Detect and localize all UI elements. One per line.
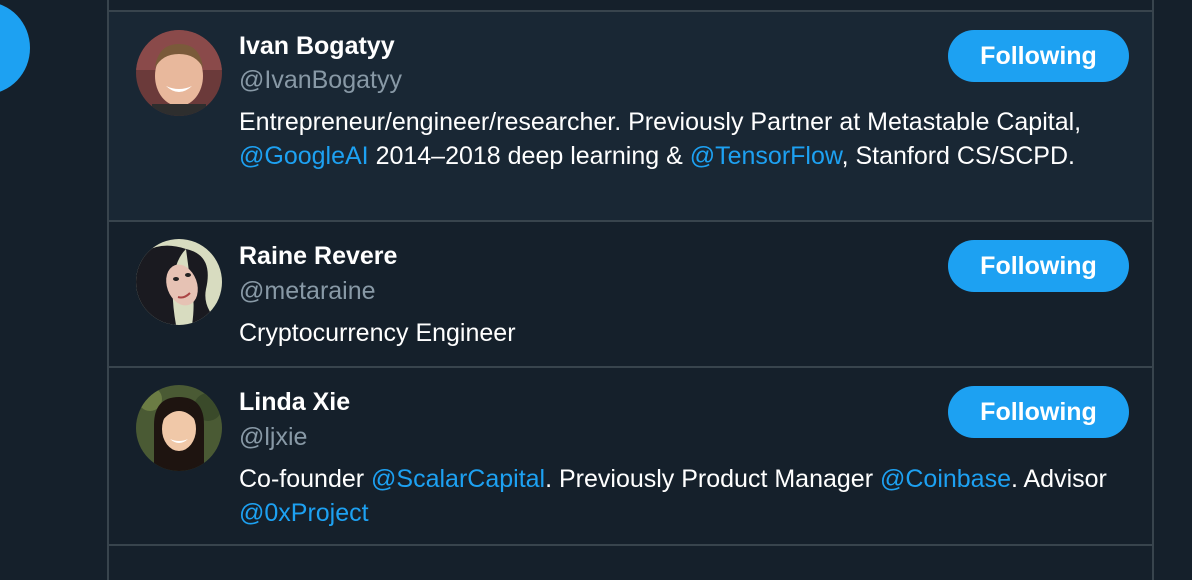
mention-link[interactable]: @0xProject (239, 499, 369, 527)
mention-link[interactable]: @TensorFlow (690, 142, 842, 170)
user-handle[interactable]: @ljxie (239, 423, 307, 452)
avatar[interactable] (136, 385, 222, 471)
following-list: Ivan Bogatyy @IvanBogatyy Following Entr… (107, 0, 1154, 580)
bio-text: , Stanford CS/SCPD. (841, 142, 1075, 170)
following-button[interactable]: Following (948, 386, 1129, 438)
user-bio: Co-founder @ScalarCapital. Previously Pr… (239, 462, 1119, 530)
user-handle[interactable]: @IvanBogatyy (239, 66, 402, 95)
bio-text: Entrepreneur/engineer/researcher. Previo… (239, 108, 1082, 136)
user-cell[interactable]: Linda Xie @ljxie Following Co-founder @S… (109, 366, 1152, 546)
user-handle[interactable]: @metaraine (239, 277, 376, 306)
mention-link[interactable]: @ScalarCapital (371, 465, 545, 493)
bio-text: . Advisor (1011, 465, 1107, 493)
bio-text: . Previously Product Manager (545, 465, 880, 493)
mention-link[interactable]: @GoogleAI (239, 142, 369, 170)
user-bio: Cryptocurrency Engineer (239, 316, 1119, 350)
avatar[interactable] (136, 239, 222, 325)
bio-text: Co-founder (239, 465, 372, 493)
list-divider (109, 544, 1152, 546)
user-cell[interactable]: Raine Revere @metaraine Following Crypto… (109, 220, 1152, 366)
compose-tweet-button[interactable] (0, 2, 30, 94)
bio-text: 2014–2018 deep learning & (368, 142, 690, 170)
following-button[interactable]: Following (948, 30, 1129, 82)
user-name[interactable]: Ivan Bogatyy (239, 32, 395, 61)
user-bio: Entrepreneur/engineer/researcher. Previo… (239, 105, 1119, 173)
mention-link[interactable]: @Coinbase (880, 465, 1011, 493)
bio-text: Cryptocurrency Engineer (239, 319, 516, 347)
avatar[interactable] (136, 30, 222, 116)
following-button[interactable]: Following (948, 240, 1129, 292)
user-cell[interactable]: Ivan Bogatyy @IvanBogatyy Following Entr… (109, 10, 1152, 222)
user-name[interactable]: Raine Revere (239, 242, 397, 271)
user-name[interactable]: Linda Xie (239, 388, 350, 417)
